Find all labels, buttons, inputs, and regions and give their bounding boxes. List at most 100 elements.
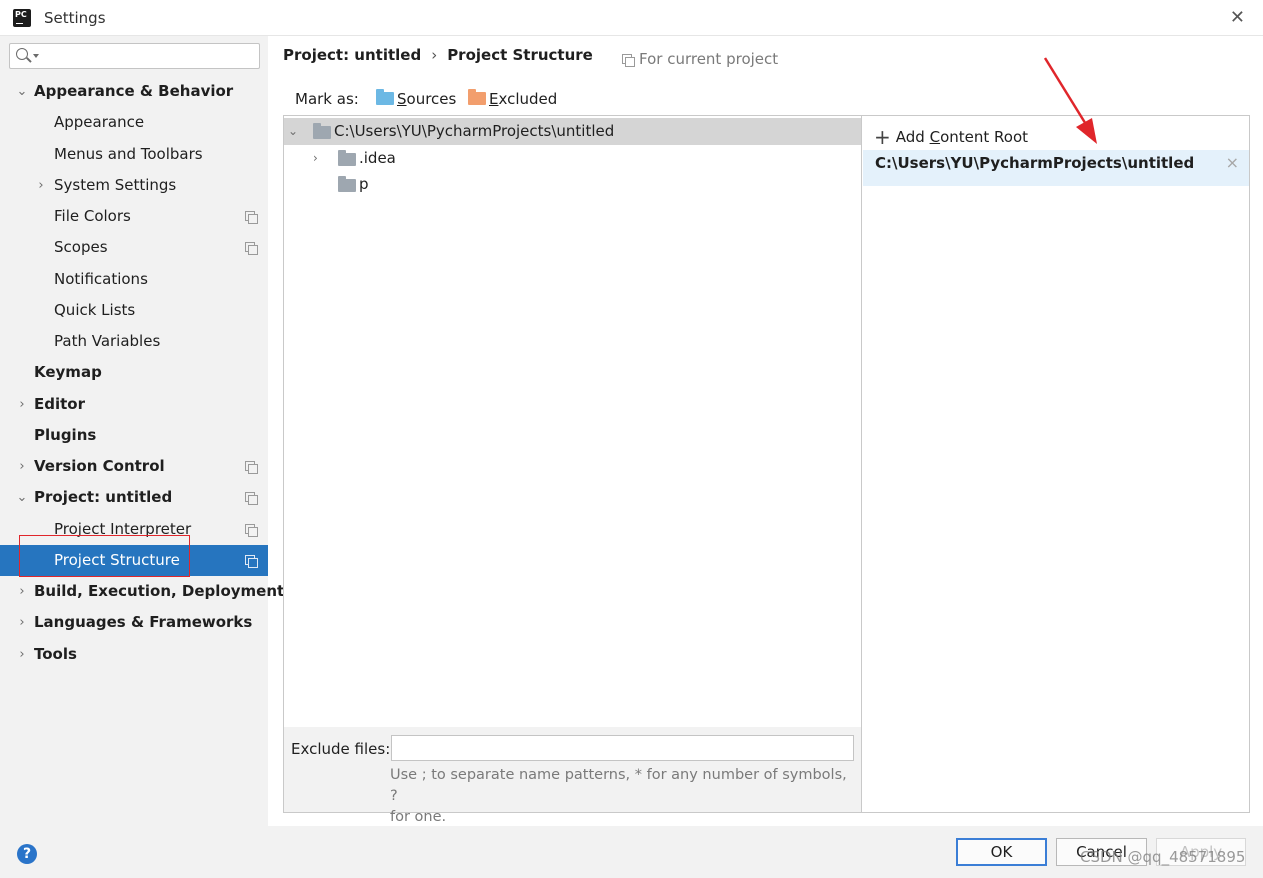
remove-content-root-icon[interactable]: × bbox=[1226, 153, 1239, 172]
mark-excluded-button[interactable]: Excluded bbox=[468, 89, 557, 108]
file-tree-pane: ⌄ C:\Users\YU\PycharmProjects\untitled ›… bbox=[284, 116, 862, 825]
tree-row-label: C:\Users\YU\PycharmProjects\untitled bbox=[334, 122, 615, 140]
chevron-right-icon[interactable]: › bbox=[34, 170, 48, 201]
sidebar-item-label: Notifications bbox=[54, 269, 148, 288]
sidebar-item-label: Appearance & Behavior bbox=[34, 82, 234, 100]
add-content-root-prefix: Add bbox=[895, 128, 930, 146]
close-icon[interactable]: ✕ bbox=[1230, 7, 1245, 28]
sidebar-item-label: Plugins bbox=[34, 425, 97, 444]
sidebar-item-notifications[interactable]: Notifications bbox=[0, 264, 268, 295]
search-input[interactable] bbox=[9, 43, 260, 69]
exclude-files-input[interactable] bbox=[391, 735, 854, 761]
sidebar-item-file-colors[interactable]: File Colors bbox=[0, 201, 268, 232]
mnemonic: C bbox=[929, 128, 941, 146]
sidebar-item-label: Tools bbox=[34, 644, 77, 663]
breadcrumb-parent[interactable]: Project: untitled bbox=[283, 46, 421, 64]
chevron-right-icon[interactable]: › bbox=[313, 145, 318, 172]
chevron-down-icon[interactable]: ⌄ bbox=[15, 482, 29, 513]
search-history-dropdown-icon[interactable] bbox=[33, 54, 39, 58]
cancel-button[interactable]: Cancel bbox=[1056, 838, 1147, 866]
sidebar-item-label: Scopes bbox=[54, 238, 108, 257]
chevron-right-icon[interactable]: › bbox=[15, 576, 29, 607]
content-root-row[interactable]: C:\Users\YU\PycharmProjects\untitled × bbox=[863, 150, 1249, 186]
sidebar-item-appearance[interactable]: Appearance bbox=[0, 107, 268, 138]
chevron-right-icon[interactable]: › bbox=[15, 389, 29, 420]
sidebar-item-appearance-behavior[interactable]: ⌄ Appearance & Behavior bbox=[0, 76, 268, 107]
sidebar-item-label: Appearance bbox=[54, 113, 145, 132]
breadcrumb: Project: untitled › Project Structure bbox=[283, 46, 593, 64]
sidebar-item-keymap[interactable]: Keymap bbox=[0, 357, 268, 388]
sidebar-item-label: Project: untitled bbox=[34, 488, 173, 507]
sidebar-item-languages-frameworks[interactable]: › Languages & Frameworks bbox=[0, 607, 268, 638]
tree-row-p[interactable]: p bbox=[284, 171, 861, 198]
project-structure-panel: ⌄ C:\Users\YU\PycharmProjects\untitled ›… bbox=[283, 115, 1250, 825]
content-roots-pane: + Add Content Root C:\Users\YU\PycharmPro… bbox=[863, 116, 1249, 812]
chevron-right-icon[interactable]: › bbox=[15, 639, 29, 670]
project-level-icon bbox=[245, 492, 258, 506]
sidebar-item-label: Editor bbox=[34, 394, 85, 413]
help-icon[interactable]: ? bbox=[17, 844, 37, 864]
mark-sources-button[interactable]: Sources bbox=[376, 89, 457, 108]
dialog-button-bar: ? OK Cancel Apply CSDN @qq_48571895 bbox=[0, 826, 1263, 878]
breadcrumb-current: Project Structure bbox=[447, 46, 593, 64]
sidebar-item-path-variables[interactable]: Path Variables bbox=[0, 326, 268, 357]
sidebar-item-build-execution-deployment[interactable]: › Build, Execution, Deployment bbox=[0, 576, 284, 607]
exclude-hint-line: for one. bbox=[390, 809, 447, 825]
sidebar-item-label: Languages & Frameworks bbox=[34, 613, 253, 632]
sidebar-item-label: Quick Lists bbox=[54, 300, 136, 319]
sidebar-item-version-control[interactable]: › Version Control bbox=[0, 451, 268, 482]
sidebar-item-label: System Settings bbox=[54, 175, 177, 194]
sidebar-item-system-settings[interactable]: › System Settings bbox=[0, 170, 268, 201]
sidebar-item-menus-toolbars[interactable]: Menus and Toolbars bbox=[0, 139, 268, 170]
tree-row-root[interactable]: ⌄ C:\Users\YU\PycharmProjects\untitled bbox=[284, 118, 861, 145]
sidebar-item-plugins[interactable]: Plugins bbox=[0, 420, 268, 451]
tree-row-idea[interactable]: › .idea bbox=[284, 145, 861, 172]
plus-icon: + bbox=[874, 125, 891, 149]
sidebar-item-label: Project Structure bbox=[54, 550, 180, 569]
chevron-right-icon[interactable]: › bbox=[15, 607, 29, 638]
sidebar-item-project-interpreter[interactable]: Project Interpreter bbox=[0, 514, 268, 545]
excluded-folder-icon bbox=[468, 89, 486, 105]
folder-icon bbox=[338, 150, 356, 166]
sidebar-item-quick-lists[interactable]: Quick Lists bbox=[0, 295, 268, 326]
breadcrumb-separator-icon: › bbox=[431, 46, 438, 64]
sidebar-item-label: Build, Execution, Deployment bbox=[34, 582, 285, 600]
sidebar-item-tools[interactable]: › Tools bbox=[0, 639, 268, 670]
settings-sidebar: ⌄ Appearance & Behavior Appearance Menus… bbox=[0, 36, 284, 826]
ok-button[interactable]: OK bbox=[956, 838, 1047, 866]
mark-sources-label: ources bbox=[406, 90, 457, 108]
scope-hint: For current project bbox=[622, 50, 778, 68]
folder-icon bbox=[313, 123, 331, 139]
tree-row-label: .idea bbox=[359, 149, 396, 167]
exclude-files-section: Exclude files: Use ; to separate name pa… bbox=[284, 727, 861, 825]
content-root-path: C:\Users\YU\PycharmProjects\untitled bbox=[875, 154, 1195, 172]
sidebar-item-project-structure[interactable]: Project Structure bbox=[0, 544, 268, 576]
folder-icon bbox=[338, 176, 356, 192]
sidebar-item-editor[interactable]: › Editor bbox=[0, 389, 268, 420]
exclude-files-hint: Use ; to separate name patterns, * for a… bbox=[390, 765, 855, 828]
sidebar-item-label: Menus and Toolbars bbox=[54, 144, 203, 163]
settings-tree: ⌄ Appearance & Behavior Appearance Menus… bbox=[0, 76, 284, 670]
sidebar-item-project-untitled[interactable]: ⌄ Project: untitled bbox=[0, 482, 268, 513]
window-title: Settings bbox=[44, 9, 106, 27]
project-level-icon bbox=[245, 554, 258, 568]
chevron-down-icon[interactable]: ⌄ bbox=[15, 76, 29, 107]
project-level-icon bbox=[245, 523, 258, 537]
scope-hint-label: For current project bbox=[639, 50, 779, 68]
sources-folder-icon bbox=[376, 89, 394, 105]
exclude-hint-line: Use ; to separate name patterns, * for a… bbox=[390, 767, 847, 804]
project-level-icon bbox=[245, 242, 258, 256]
pycharm-logo-icon: PC bbox=[10, 6, 34, 30]
project-level-icon bbox=[245, 211, 258, 224]
sidebar-item-label: Keymap bbox=[34, 363, 102, 382]
mark-as-label: Mark as: bbox=[295, 90, 359, 108]
sidebar-item-label: Path Variables bbox=[54, 332, 161, 350]
sidebar-item-scopes[interactable]: Scopes bbox=[0, 232, 268, 263]
apply-button[interactable]: Apply bbox=[1156, 838, 1246, 866]
chevron-down-icon[interactable]: ⌄ bbox=[288, 118, 298, 145]
add-content-root-rest: ontent Root bbox=[940, 128, 1028, 146]
project-level-icon bbox=[622, 54, 635, 67]
add-content-root-button[interactable]: + Add Content Root bbox=[874, 125, 1028, 149]
chevron-right-icon[interactable]: › bbox=[15, 451, 29, 482]
sidebar-item-label: File Colors bbox=[54, 207, 131, 225]
